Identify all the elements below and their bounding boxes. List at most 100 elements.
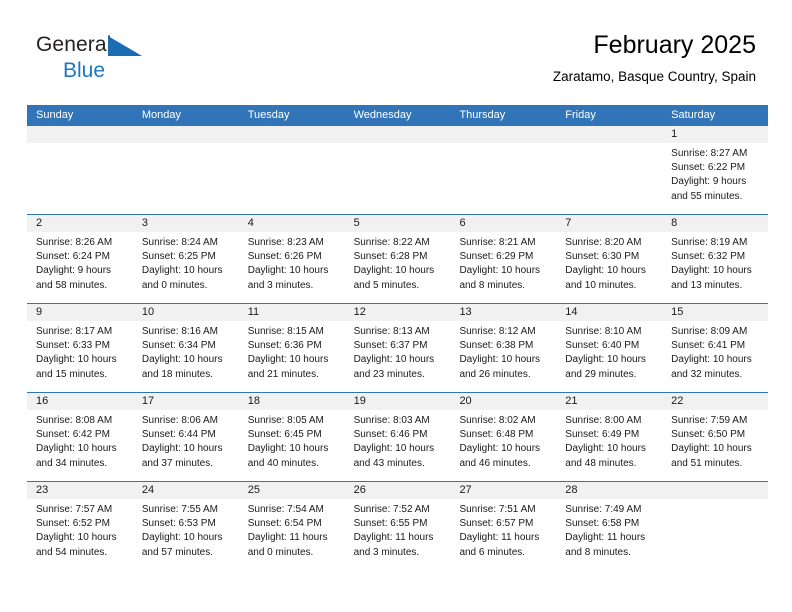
day-number: 22	[662, 393, 769, 410]
day-daylight2-text: and 32 minutes.	[671, 368, 743, 380]
day-daylight1-text: Daylight: 10 hours	[141, 532, 223, 544]
day-daylight1-text: Daylight: 10 hours	[353, 265, 435, 277]
general-blue-logo[interactable]: General Blue	[36, 34, 176, 90]
day-sun-info: Sunrise: 7:52 AM Sunset: 6:55 PM Daylight:…	[345, 499, 451, 560]
day-daylight1-text: Daylight: 10 hours	[141, 354, 223, 366]
day-daylight2-text: and 10 minutes.	[565, 279, 637, 291]
day-daylight2-text: and 58 minutes.	[36, 279, 108, 291]
weekday-header-row: Sunday Monday Tuesday Wednesday Thursday Frid…	[27, 105, 768, 126]
calendar-day-cell[interactable]: 14 Sunrise: 8:10 AM Sunset: 6:40 PM Dayligh…	[556, 304, 663, 392]
calendar-day-cell[interactable]: 23 Sunrise: 7:57 AM Sunset: 6:52 PM Dayligh…	[27, 482, 133, 570]
day-number: 10	[132, 304, 239, 321]
day-sunset-text: Sunset: 6:34 PM	[141, 340, 216, 352]
calendar-day-cell[interactable]: 4 Sunrise: 8:23 AM Sunset: 6:26 PM Daylight…	[238, 215, 345, 303]
day-daylight2-text: and 54 minutes.	[36, 546, 108, 558]
day-sun-info: Sunrise: 7:54 AM Sunset: 6:54 PM Daylight:…	[239, 499, 345, 560]
day-daylight2-text: and 6 minutes.	[459, 546, 526, 558]
day-sunrise-text: Sunrise: 8:12 AM	[459, 326, 536, 337]
calendar-day-cell[interactable]: 26 Sunrise: 7:52 AM Sunset: 6:55 PM Dayligh…	[344, 482, 451, 570]
day-daylight2-text: and 43 minutes.	[353, 457, 425, 469]
location-subtitle: Zaratamo, Basque Country, Spain	[552, 69, 756, 84]
calendar-day-cell[interactable]: 24 Sunrise: 7:55 AM Sunset: 6:53 PM Dayligh…	[132, 482, 239, 570]
calendar-day-cell[interactable]: 6 Sunrise: 8:21 AM Sunset: 6:29 PM Daylight…	[450, 215, 557, 303]
logo-text-blue: Blue	[63, 59, 106, 82]
day-daylight1-text: Daylight: 9 hours	[36, 265, 112, 277]
day-sunset-text: Sunset: 6:22 PM	[671, 162, 746, 174]
calendar-day-cell[interactable]: 15 Sunrise: 8:09 AM Sunset: 6:41 PM Dayligh…	[662, 304, 769, 392]
calendar-day-cell[interactable]: 12 Sunrise: 8:13 AM Sunset: 6:37 PM Dayligh…	[344, 304, 451, 392]
day-daylight1-text: Daylight: 10 hours	[565, 354, 646, 366]
day-daylight1-text: Daylight: 11 hours	[565, 532, 646, 544]
calendar-day-cell[interactable]: 27 Sunrise: 7:51 AM Sunset: 6:57 PM Dayligh…	[450, 482, 557, 570]
calendar-day-cell[interactable]: 9 Sunrise: 8:17 AM Sunset: 6:33 PM Daylight…	[27, 304, 133, 392]
calendar-day-cell[interactable]: 3 Sunrise: 8:24 AM Sunset: 6:25 PM Daylight…	[132, 215, 239, 303]
day-sunrise-text: Sunrise: 8:15 AM	[247, 326, 324, 337]
day-number: 3	[132, 215, 239, 232]
day-daylight1-text: Daylight: 11 hours	[247, 532, 328, 544]
calendar-grid: Sunday Monday Tuesday Wednesday Thursday Frid…	[27, 105, 769, 570]
day-sun-info: Sunrise: 7:59 AM Sunset: 6:50 PM Daylight:…	[662, 410, 768, 471]
day-sun-info: Sunrise: 8:22 AM Sunset: 6:28 PM Daylight:…	[345, 232, 451, 293]
day-sun-info: Sunrise: 8:21 AM Sunset: 6:29 PM Daylight:…	[450, 232, 556, 293]
day-daylight2-text: and 23 minutes.	[353, 368, 425, 380]
day-sunset-text: Sunset: 6:29 PM	[459, 251, 534, 263]
day-daylight2-text: and 57 minutes.	[141, 546, 214, 558]
day-daylight2-text: and 37 minutes.	[141, 457, 214, 469]
calendar-day-cell[interactable]: 17 Sunrise: 8:06 AM Sunset: 6:44 PM Dayligh…	[132, 393, 239, 481]
weekday-header-thursday: Thursday	[459, 109, 506, 121]
day-sunset-text: Sunset: 6:42 PM	[36, 429, 110, 441]
day-number: 8	[662, 215, 769, 232]
day-sunset-text: Sunset: 6:26 PM	[247, 251, 322, 263]
calendar-day-cell[interactable]: 19 Sunrise: 8:03 AM Sunset: 6:46 PM Dayligh…	[344, 393, 451, 481]
day-sun-info: Sunrise: 8:09 AM Sunset: 6:41 PM Daylight:…	[662, 321, 768, 382]
calendar-week-row: 23 Sunrise: 7:57 AM Sunset: 6:52 PM Dayligh…	[27, 481, 769, 570]
calendar-day-cell[interactable]: 11 Sunrise: 8:15 AM Sunset: 6:36 PM Dayligh…	[238, 304, 345, 392]
calendar-day-cell-empty	[132, 126, 239, 214]
calendar-day-cell[interactable]: 22 Sunrise: 7:59 AM Sunset: 6:50 PM Dayligh…	[662, 393, 769, 481]
day-daylight2-text: and 0 minutes.	[247, 546, 314, 558]
day-sunset-text: Sunset: 6:30 PM	[565, 251, 640, 263]
calendar-day-cell[interactable]: 18 Sunrise: 8:05 AM Sunset: 6:45 PM Dayligh…	[238, 393, 345, 481]
day-number: 28	[556, 482, 663, 499]
calendar-day-cell[interactable]: 8 Sunrise: 8:19 AM Sunset: 6:32 PM Daylight…	[662, 215, 769, 303]
day-sunrise-text: Sunrise: 8:05 AM	[247, 415, 324, 426]
calendar-day-cell[interactable]: 25 Sunrise: 7:54 AM Sunset: 6:54 PM Dayligh…	[238, 482, 345, 570]
calendar-day-cell[interactable]: 1 Sunrise: 8:27 AM Sunset: 6:22 PM Daylight…	[662, 126, 769, 214]
day-sunrise-text: Sunrise: 7:59 AM	[671, 415, 748, 426]
day-daylight2-text: and 13 minutes.	[671, 279, 743, 291]
day-sunrise-text: Sunrise: 8:26 AM	[36, 237, 113, 248]
day-sunrise-text: Sunrise: 7:57 AM	[36, 504, 113, 515]
day-daylight1-text: Daylight: 10 hours	[247, 265, 329, 277]
calendar-day-cell[interactable]: 28 Sunrise: 7:49 AM Sunset: 6:58 PM Dayligh…	[556, 482, 663, 570]
calendar-day-cell[interactable]: 5 Sunrise: 8:22 AM Sunset: 6:28 PM Daylight…	[344, 215, 451, 303]
day-sunset-text: Sunset: 6:57 PM	[459, 518, 534, 530]
day-daylight2-text: and 15 minutes.	[36, 368, 108, 380]
calendar-day-cell[interactable]: 7 Sunrise: 8:20 AM Sunset: 6:30 PM Daylight…	[556, 215, 663, 303]
calendar-day-cell[interactable]: 10 Sunrise: 8:16 AM Sunset: 6:34 PM Dayligh…	[132, 304, 239, 392]
day-sunrise-text: Sunrise: 8:19 AM	[671, 237, 748, 248]
calendar-day-cell[interactable]: 2 Sunrise: 8:26 AM Sunset: 6:24 PM Daylight…	[27, 215, 133, 303]
day-sunset-text: Sunset: 6:38 PM	[459, 340, 534, 352]
day-daylight1-text: Daylight: 10 hours	[353, 354, 435, 366]
day-daylight1-text: Daylight: 10 hours	[459, 443, 541, 455]
day-daylight2-text: and 51 minutes.	[671, 457, 743, 469]
day-daylight1-text: Daylight: 11 hours	[353, 532, 434, 544]
day-sunset-text: Sunset: 6:52 PM	[36, 518, 110, 530]
day-number: 16	[27, 393, 133, 410]
day-sunset-text: Sunset: 6:54 PM	[247, 518, 322, 530]
day-daylight1-text: Daylight: 10 hours	[565, 443, 646, 455]
day-number	[662, 482, 769, 499]
calendar-week-row: 9 Sunrise: 8:17 AM Sunset: 6:33 PM Daylight…	[27, 303, 769, 392]
day-number: 14	[556, 304, 663, 321]
calendar-day-cell[interactable]: 16 Sunrise: 8:08 AM Sunset: 6:42 PM Dayligh…	[27, 393, 133, 481]
title-block: February 2025 Zaratamo, Basque Country, …	[553, 30, 756, 87]
day-sun-info: Sunrise: 8:20 AM Sunset: 6:30 PM Daylight:…	[556, 232, 662, 293]
calendar-day-cell[interactable]: 13 Sunrise: 8:12 AM Sunset: 6:38 PM Dayligh…	[450, 304, 557, 392]
day-number: 1	[662, 126, 769, 143]
calendar-day-cell[interactable]: 21 Sunrise: 8:00 AM Sunset: 6:49 PM Dayligh…	[556, 393, 663, 481]
calendar-day-cell[interactable]: 20 Sunrise: 8:02 AM Sunset: 6:48 PM Dayligh…	[450, 393, 557, 481]
day-sunset-text: Sunset: 6:53 PM	[141, 518, 216, 530]
day-daylight2-text: and 48 minutes.	[565, 457, 637, 469]
day-daylight1-text: Daylight: 10 hours	[671, 354, 752, 366]
day-sun-info: Sunrise: 7:55 AM Sunset: 6:53 PM Daylight:…	[133, 499, 239, 560]
